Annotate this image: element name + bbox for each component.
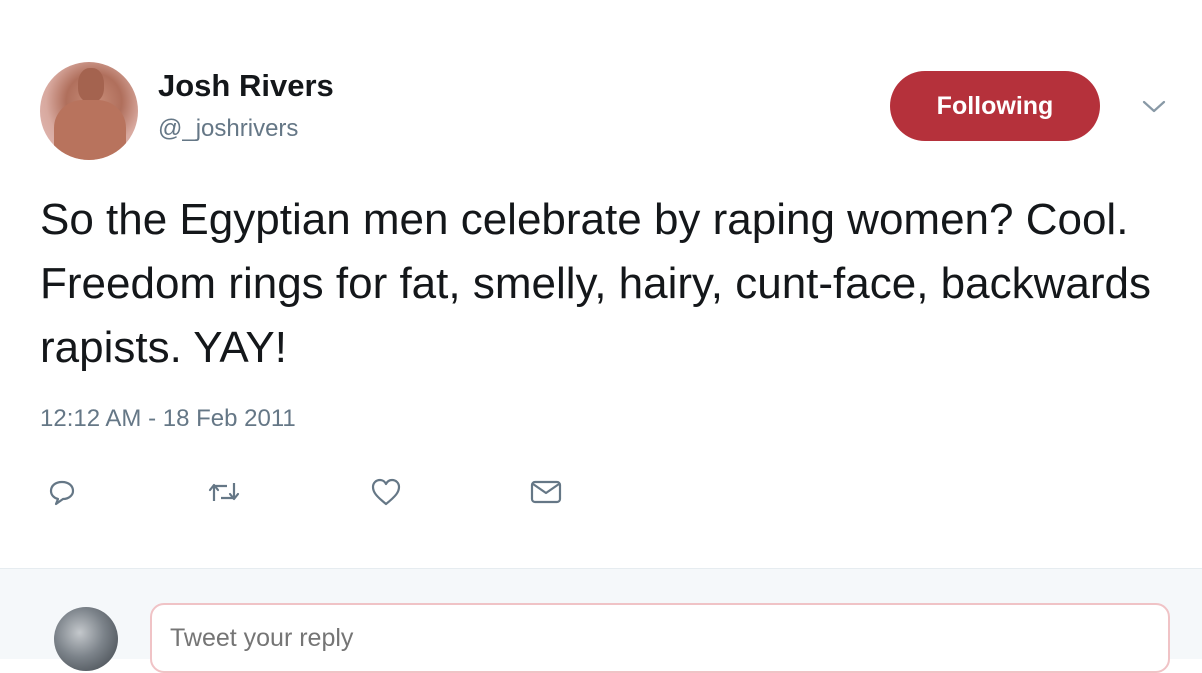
- author-handle[interactable]: @_joshrivers: [158, 115, 298, 143]
- author-avatar[interactable]: [40, 62, 138, 160]
- direct-message-icon: [530, 480, 562, 504]
- tweet-timestamp[interactable]: 12:12 AM - 18 Feb 2011: [40, 405, 296, 433]
- reply-icon: [49, 480, 75, 506]
- like-icon: [371, 478, 401, 506]
- tweet-text: So the Egyptian men celebrate by raping …: [40, 195, 1151, 372]
- retweet-icon: [208, 483, 240, 501]
- reply-bar: [0, 568, 1202, 673]
- reply-button[interactable]: [40, 470, 84, 514]
- avatar-body-shape: [54, 100, 126, 160]
- chevron-down-icon[interactable]: [1140, 98, 1168, 116]
- direct-message-button[interactable]: [524, 470, 568, 514]
- following-button[interactable]: Following: [890, 71, 1100, 141]
- like-button[interactable]: [364, 470, 408, 514]
- reply-input[interactable]: [150, 603, 1170, 673]
- author-name[interactable]: Josh Rivers: [158, 68, 334, 104]
- retweet-button[interactable]: [202, 470, 246, 514]
- tweet-card: Josh Rivers @_joshrivers Following So th…: [0, 0, 1202, 568]
- avatar-head-shape: [78, 68, 104, 102]
- current-user-avatar[interactable]: [54, 607, 118, 671]
